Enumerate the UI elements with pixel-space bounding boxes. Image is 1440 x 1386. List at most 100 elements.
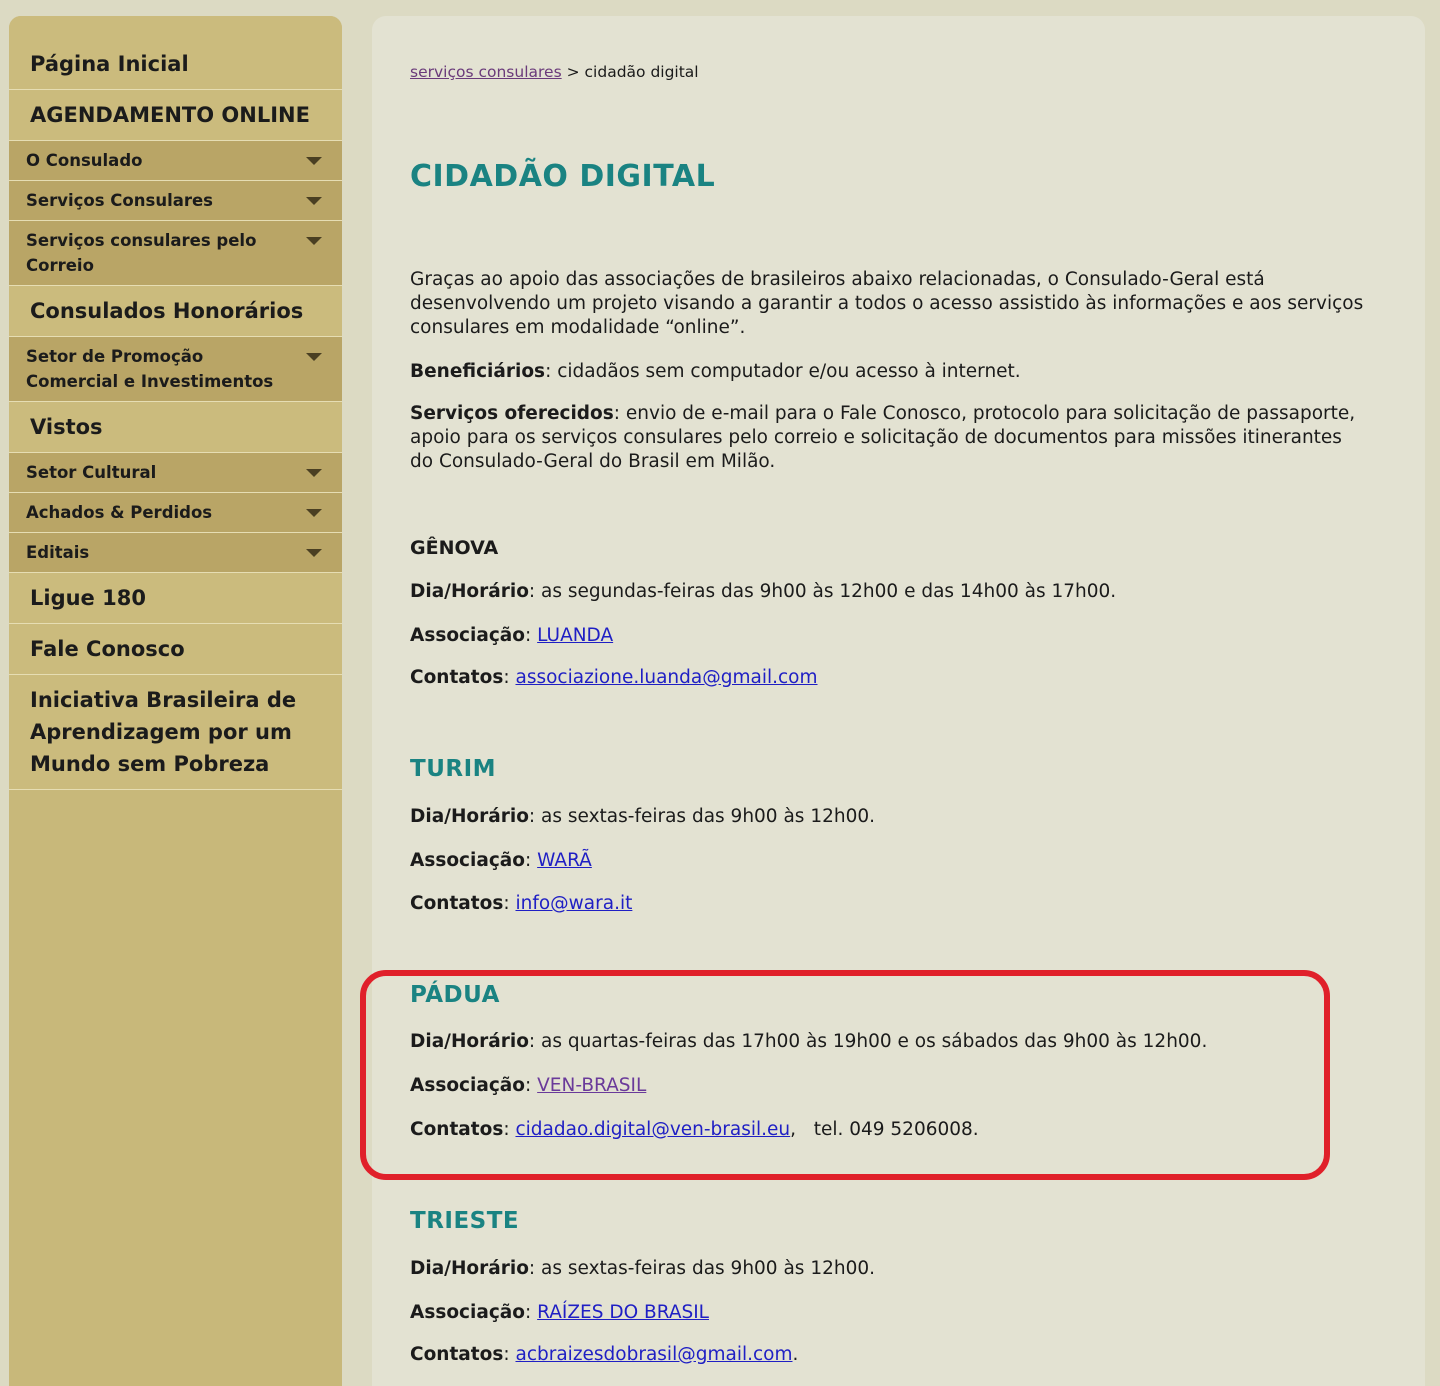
intro-paragraph: Graças ao apoio das associações de brasi…	[410, 269, 1364, 338]
association-label: Associação	[410, 1075, 526, 1096]
contacts-label: Contatos	[410, 893, 504, 914]
sidebar-item-home[interactable]: Página Inicial	[9, 16, 342, 90]
schedule-label: Dia/Horário	[410, 581, 529, 602]
colon: :	[545, 361, 552, 382]
colon: :	[503, 1344, 510, 1365]
city-heading-padua: PÁDUA	[410, 982, 500, 1008]
beneficiaries-text: cidadãos sem computador e/ou acesso à in…	[557, 361, 1021, 382]
schedule-label: Dia/Horário	[410, 806, 529, 827]
genova-association: Associação: LUANDA	[410, 625, 613, 646]
colon: :	[525, 1302, 532, 1323]
colon: :	[528, 806, 536, 827]
sidebar-item-online-scheduling[interactable]: AGENDAMENTO ONLINE	[9, 90, 342, 141]
trieste-schedule-text: as sextas-feiras das 9h00 às 12h00.	[541, 1258, 876, 1279]
services-paragraph: Serviços oferecidos: envio de e-mail par…	[410, 402, 1370, 474]
turim-schedule-text: as sextas-feiras das 9h00 às 12h00.	[541, 806, 876, 827]
genova-email-link[interactable]: associazione.luanda@gmail.com	[515, 667, 817, 688]
contacts-label: Contatos	[410, 1119, 504, 1140]
chevron-down-icon[interactable]	[306, 469, 322, 477]
sidebar-item-label: Iniciativa Brasileira de Aprendizagem po…	[30, 688, 297, 776]
colon: :	[503, 893, 510, 914]
beneficiaries-paragraph: Beneficiários: cidadãos sem computador e…	[410, 360, 1370, 384]
chevron-down-icon[interactable]	[306, 509, 322, 517]
services-label: Serviços oferecidos	[410, 403, 614, 424]
chevron-down-icon[interactable]	[306, 197, 322, 205]
sidebar-item-cultural-sector[interactable]: Setor Cultural	[9, 453, 342, 493]
colon: :	[503, 667, 510, 688]
sidebar-item-trade-promotion[interactable]: Setor de Promoção Comercial e Investimen…	[9, 337, 342, 402]
turim-association-link[interactable]: WARÃ	[537, 850, 592, 871]
sidebar-item-lost-found[interactable]: Achados & Perdidos	[9, 493, 342, 533]
padua-association: Associação: VEN-BRASIL	[410, 1075, 646, 1096]
padua-schedule: Dia/Horário: as quartas-feiras das 17h00…	[410, 1031, 1207, 1052]
colon: :	[613, 403, 621, 424]
association-label: Associação	[410, 625, 526, 646]
trieste-contacts: Contatos: acbraizesdobrasil@gmail.com.	[410, 1344, 799, 1365]
sidebar-item-label: O Consulado	[26, 151, 143, 170]
sidebar-item-label: Setor de Promoção Comercial e Investimen…	[26, 347, 274, 391]
sidebar-item-visas[interactable]: Vistos	[9, 402, 342, 453]
genova-schedule: Dia/Horário: as segundas-feiras das 9h00…	[410, 581, 1116, 602]
padua-contacts: Contatos: cidadao.digital@ven-brasil.eu,…	[410, 1119, 979, 1140]
padua-email-link[interactable]: cidadao.digital@ven-brasil.eu	[515, 1119, 790, 1140]
colon: :	[528, 581, 536, 602]
colon: :	[525, 1075, 532, 1096]
colon: :	[528, 1258, 536, 1279]
sidebar-item-label: Ligue 180	[30, 586, 146, 610]
turim-association: Associação: WARÃ	[410, 850, 592, 871]
sidebar-item-label: AGENDAMENTO ONLINE	[30, 103, 310, 127]
sidebar-item-label: Serviços Consulares	[26, 191, 214, 210]
page-title: CIDADÃO DIGITAL	[410, 159, 716, 194]
genova-schedule-text: as segundas-feiras das 9h00 às 12h00 e d…	[541, 581, 1117, 602]
sidebar-item-learning-initiative[interactable]: Iniciativa Brasileira de Aprendizagem po…	[9, 675, 342, 790]
city-heading-genova: GÊNOVA	[410, 537, 499, 559]
chevron-down-icon[interactable]	[306, 353, 322, 361]
sidebar-nav: Página Inicial AGENDAMENTO ONLINE O Cons…	[9, 16, 342, 1386]
colon: :	[503, 1119, 510, 1140]
turim-email-link[interactable]: info@wara.it	[515, 893, 632, 914]
contacts-label: Contatos	[410, 667, 504, 688]
sidebar-item-call-180[interactable]: Ligue 180	[9, 573, 342, 624]
chevron-down-icon[interactable]	[306, 237, 322, 245]
colon: :	[525, 850, 532, 871]
genova-association-link[interactable]: LUANDA	[537, 625, 613, 646]
sidebar-item-label: Vistos	[30, 415, 103, 439]
breadcrumb: serviços consulares > cidadão digital	[410, 63, 699, 81]
sidebar-item-label: Serviços consulares pelo Correio	[26, 231, 257, 275]
colon: :	[525, 625, 532, 646]
sidebar-item-label: Página Inicial	[30, 52, 189, 76]
chevron-down-icon[interactable]	[306, 549, 322, 557]
breadcrumb-separator: >	[566, 63, 580, 81]
main-content: serviços consulares > cidadão digital CI…	[372, 16, 1425, 1386]
chevron-down-icon[interactable]	[306, 157, 322, 165]
turim-schedule: Dia/Horário: as sextas-feiras das 9h00 à…	[410, 806, 875, 827]
sidebar-item-consular-services[interactable]: Serviços Consulares	[9, 181, 342, 221]
city-heading-trieste: TRIESTE	[410, 1208, 520, 1234]
padua-association-link[interactable]: VEN-BRASIL	[537, 1075, 646, 1096]
sidebar-item-label: Achados & Perdidos	[26, 503, 213, 522]
sidebar-item-notices[interactable]: Editais	[9, 533, 342, 573]
association-label: Associação	[410, 850, 526, 871]
sidebar-item-label: Fale Conosco	[30, 637, 185, 661]
padua-schedule-text: as quartas-feiras das 17h00 às 19h00 e o…	[541, 1031, 1208, 1052]
trieste-association-link[interactable]: RAÍZES DO BRASIL	[537, 1302, 709, 1323]
beneficiaries-label: Beneficiários	[410, 361, 546, 382]
schedule-label: Dia/Horário	[410, 1258, 529, 1279]
schedule-label: Dia/Horário	[410, 1031, 529, 1052]
sidebar-item-label: Editais	[26, 543, 90, 562]
trieste-association: Associação: RAÍZES DO BRASIL	[410, 1302, 709, 1323]
turim-contacts: Contatos: info@wara.it	[410, 893, 632, 914]
genova-contacts: Contatos: associazione.luanda@gmail.com	[410, 667, 818, 688]
sidebar-item-label: Consulados Honorários	[30, 299, 304, 323]
sidebar-item-label: Setor Cultural	[26, 463, 157, 482]
padua-phone: tel. 049 5206008.	[813, 1119, 979, 1140]
trieste-email-link[interactable]: acbraizesdobrasil@gmail.com	[515, 1344, 792, 1365]
sidebar-item-consulate[interactable]: O Consulado	[9, 141, 342, 181]
sidebar-item-contact-us[interactable]: Fale Conosco	[9, 624, 342, 675]
association-label: Associação	[410, 1302, 526, 1323]
trieste-schedule: Dia/Horário: as sextas-feiras das 9h00 à…	[410, 1258, 875, 1279]
sidebar-item-services-by-mail[interactable]: Serviços consulares pelo Correio	[9, 221, 342, 286]
city-heading-turim: TURIM	[410, 756, 497, 782]
breadcrumb-link-consular-services[interactable]: serviços consulares	[410, 63, 562, 81]
sidebar-item-honorary-consulates[interactable]: Consulados Honorários	[9, 286, 342, 337]
